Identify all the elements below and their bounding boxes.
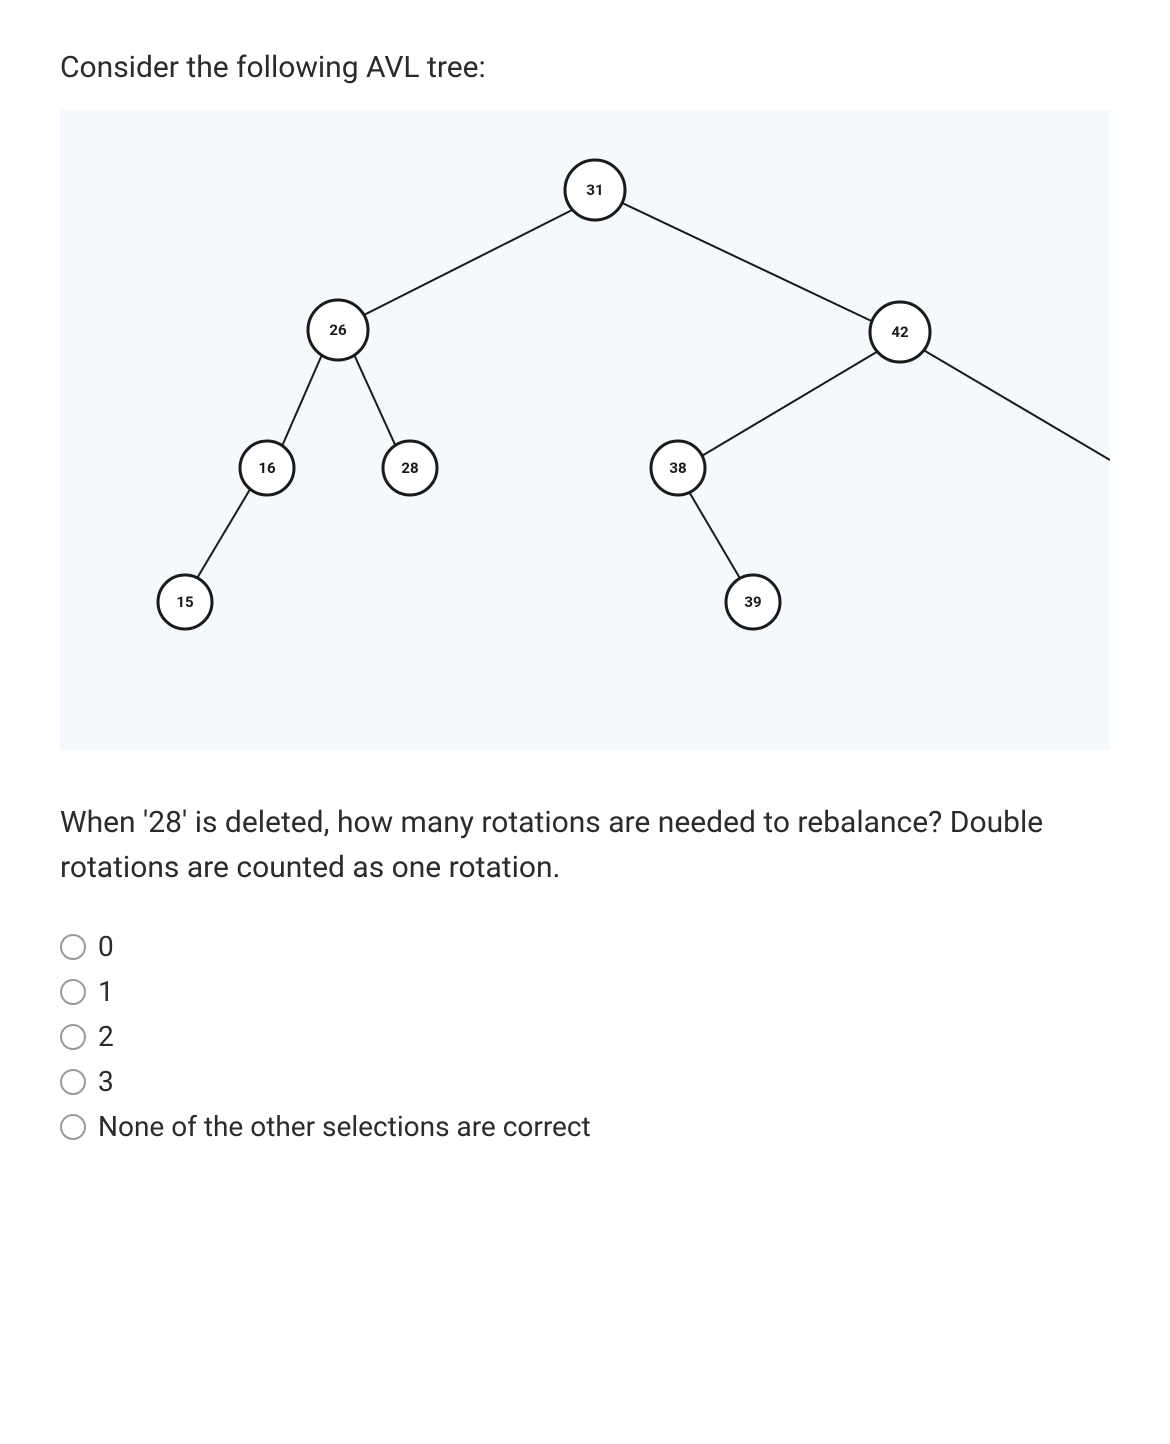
edge-31-42 bbox=[616, 200, 882, 326]
tree-node-31: 31 bbox=[565, 160, 625, 220]
option-3[interactable]: 3 bbox=[60, 1065, 1110, 1098]
edge-38-39 bbox=[688, 490, 748, 592]
svg-text:38: 38 bbox=[669, 459, 686, 477]
option-label: 0 bbox=[98, 930, 114, 963]
svg-text:16: 16 bbox=[258, 459, 276, 477]
options-list: 0 1 2 3 None of the other selections are… bbox=[60, 930, 1110, 1143]
tree-svg: 31 26 42 16 28 38 15 bbox=[60, 110, 1110, 750]
edge-16-15 bbox=[190, 486, 252, 590]
option-label: 1 bbox=[98, 975, 114, 1008]
svg-text:39: 39 bbox=[744, 593, 761, 611]
option-label: 3 bbox=[98, 1065, 114, 1098]
question-prompt: When '28' is deleted, how many rotations… bbox=[60, 800, 1110, 890]
tree-node-16: 16 bbox=[240, 441, 294, 495]
option-2[interactable]: 2 bbox=[60, 1020, 1110, 1053]
radio-button[interactable] bbox=[60, 979, 86, 1005]
option-label: 2 bbox=[98, 1020, 114, 1053]
option-1[interactable]: 1 bbox=[60, 975, 1110, 1008]
svg-text:15: 15 bbox=[176, 593, 193, 611]
option-label: None of the other selections are correct bbox=[98, 1110, 591, 1143]
option-none[interactable]: None of the other selections are correct bbox=[60, 1110, 1110, 1143]
tree-node-15: 15 bbox=[158, 575, 212, 629]
radio-button[interactable] bbox=[60, 934, 86, 960]
edge-26-16 bbox=[276, 350, 324, 460]
edge-31-26 bbox=[354, 206, 580, 320]
tree-node-38: 38 bbox=[651, 441, 705, 495]
radio-button[interactable] bbox=[60, 1114, 86, 1140]
question-heading: Consider the following AVL tree: bbox=[60, 50, 1110, 85]
radio-button[interactable] bbox=[60, 1069, 86, 1095]
edge-42-38 bbox=[695, 350, 880, 460]
edge-26-28 bbox=[352, 350, 402, 460]
option-0[interactable]: 0 bbox=[60, 930, 1110, 963]
tree-node-39: 39 bbox=[726, 575, 780, 629]
svg-text:42: 42 bbox=[891, 323, 909, 341]
svg-text:26: 26 bbox=[329, 321, 347, 339]
tree-node-42: 42 bbox=[870, 302, 930, 362]
svg-text:31: 31 bbox=[586, 181, 603, 199]
avl-tree-diagram: 31 26 42 16 28 38 15 bbox=[60, 110, 1110, 750]
tree-node-26: 26 bbox=[308, 300, 368, 360]
edge-42-right bbox=[920, 348, 1110, 460]
svg-text:28: 28 bbox=[401, 459, 418, 477]
radio-button[interactable] bbox=[60, 1024, 86, 1050]
tree-node-28: 28 bbox=[383, 441, 437, 495]
